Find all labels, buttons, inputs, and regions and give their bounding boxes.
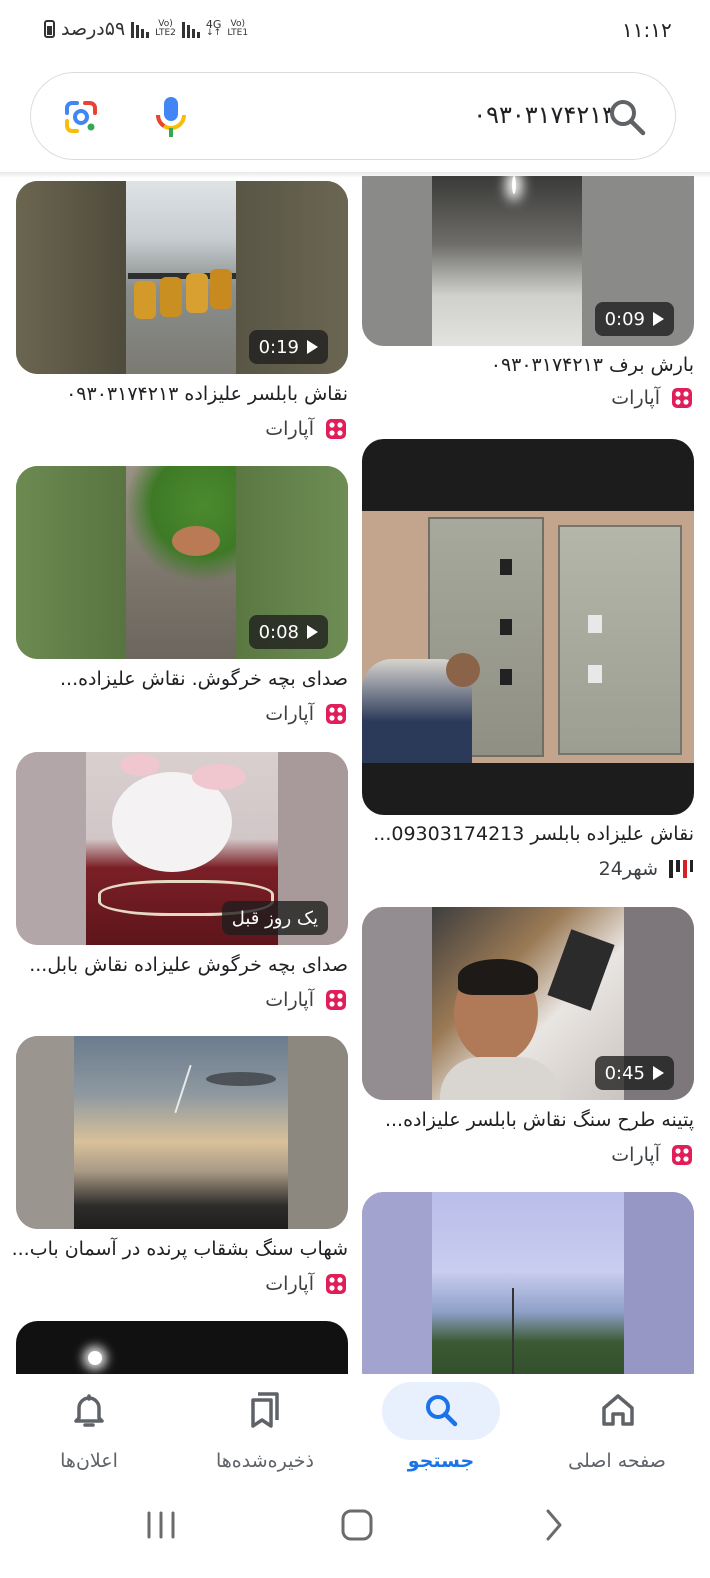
home-button-icon[interactable] (340, 1508, 374, 1542)
tab-saved[interactable]: ذخیره‌شده‌ها (180, 1374, 350, 1494)
duration-badge: 0:45 (594, 1056, 674, 1090)
tab-label: اعلان‌ها (60, 1450, 118, 1472)
video-thumbnail[interactable]: 0:19 (16, 181, 348, 374)
search-bar[interactable]: ۰۹۳۰۳۱۷۴۲۱۳ (30, 72, 676, 160)
result-source: آپارات (265, 1272, 348, 1296)
results-grid: 0:19 نقاش بابلسر علیزاده ۰۹۳۰۳۱۷۴۲۱۳ آپا… (0, 176, 710, 1374)
result-title[interactable]: پتینه طرح سنگ نقاش بابلسر علیزاده... (385, 1109, 694, 1131)
google-lens-icon[interactable] (63, 99, 99, 135)
result-source: آپارات (611, 1143, 694, 1167)
status-left: ۵۹درصد Vo) LTE2 4G ↓↑ Vo) LTE1 (44, 18, 248, 40)
aparat-logo-icon (326, 419, 346, 439)
sim2-label: Vo) LTE2 (155, 19, 176, 38)
result-source: شهر24 (599, 857, 694, 881)
search-icon (426, 1395, 458, 1427)
result-card[interactable]: 0:09 بارش برف ۰۹۳۰۳۱۷۴۲۱۳ آپارات (362, 176, 694, 416)
duration-badge: 0:08 (248, 615, 328, 649)
bottom-navigation: اعلان‌ها ذخیره‌شده‌ها جستجو صفحه اصلی (0, 1374, 710, 1494)
result-card[interactable]: 0:19 نقاش بابلسر علیزاده ۰۹۳۰۳۱۷۴۲۱۳ آپا… (16, 181, 348, 441)
tab-label: جستجو (407, 1450, 475, 1472)
bookmarks-icon (251, 1392, 279, 1428)
video-thumbnail[interactable] (16, 1036, 348, 1229)
result-card[interactable]: یک روز قبل صدای بچه خرگوش علیزاده نقاش ب… (16, 752, 348, 1012)
sim1-label: Vo) LTE1 (227, 19, 249, 38)
recent-apps-icon[interactable] (144, 1510, 178, 1540)
result-title[interactable]: شهاب سنگ بشقاب پرنده در آسمان باب... (12, 1238, 348, 1260)
result-title[interactable]: بارش برف ۰۹۳۰۳۱۷۴۲۱۳ (491, 354, 694, 376)
result-card[interactable]: نقاش علیزاده بابلسر 09303174213... شهر24 (362, 439, 694, 889)
network-label: 4G ↓↑ (205, 18, 222, 38)
result-title[interactable]: صدای بچه خرگوش علیزاده نقاش بابل... (29, 954, 348, 976)
battery-icon (44, 20, 55, 38)
play-icon (653, 1066, 664, 1080)
search-icon[interactable] (607, 97, 647, 137)
aparat-logo-icon (672, 388, 692, 408)
clock: ۱۱:۱۲ (622, 18, 672, 42)
duration-badge: 0:09 (594, 302, 674, 336)
result-source: آپارات (265, 417, 348, 441)
aparat-logo-icon (326, 1274, 346, 1294)
system-navigation-bar (0, 1494, 710, 1578)
play-icon (307, 340, 318, 354)
back-icon[interactable] (542, 1508, 566, 1542)
aparat-logo-icon (326, 990, 346, 1010)
time-badge: یک روز قبل (221, 901, 328, 935)
video-thumbnail[interactable]: 0:09 (362, 176, 694, 346)
result-source: آپارات (265, 702, 348, 726)
result-card[interactable] (16, 1321, 348, 1374)
video-thumbnail[interactable] (362, 1192, 694, 1374)
microphone-icon[interactable] (153, 95, 189, 139)
video-thumbnail[interactable] (16, 1321, 348, 1374)
tab-home[interactable]: صفحه اصلی (532, 1374, 702, 1494)
bell-icon (74, 1394, 104, 1427)
result-card[interactable] (362, 1192, 694, 1374)
shahr24-logo-icon (669, 860, 693, 878)
home-icon (602, 1394, 634, 1426)
signal-icon (131, 20, 150, 38)
result-title[interactable]: صدای بچه خرگوش. نقاش علیزاده... (60, 668, 348, 690)
battery-text: ۵۹درصد (61, 18, 126, 40)
video-thumbnail[interactable]: 0:45 (362, 907, 694, 1100)
tab-label: ذخیره‌شده‌ها (215, 1450, 315, 1472)
tab-label: صفحه اصلی (568, 1450, 666, 1472)
aparat-logo-icon (672, 1145, 692, 1165)
result-source: آپارات (265, 988, 348, 1012)
result-card[interactable]: شهاب سنگ بشقاب پرنده در آسمان باب... آپا… (12, 1036, 348, 1296)
image-thumbnail[interactable] (362, 439, 694, 815)
duration-badge: 0:19 (248, 330, 328, 364)
result-source: آپارات (611, 386, 694, 410)
video-thumbnail[interactable]: یک روز قبل (16, 752, 348, 945)
search-input[interactable]: ۰۹۳۰۳۱۷۴۲۱۳ (391, 101, 615, 129)
result-title[interactable]: نقاش علیزاده بابلسر 09303174213... (373, 823, 694, 845)
tab-search[interactable]: جستجو (356, 1374, 526, 1494)
result-title[interactable]: نقاش بابلسر علیزاده ۰۹۳۰۳۱۷۴۲۱۳ (66, 383, 348, 405)
signal-icon (181, 20, 200, 38)
tab-notifications[interactable]: اعلان‌ها (4, 1374, 174, 1494)
play-icon (307, 625, 318, 639)
play-icon (653, 312, 664, 326)
video-thumbnail[interactable]: 0:08 (16, 466, 348, 659)
status-bar: ۵۹درصد Vo) LTE2 4G ↓↑ Vo) LTE1 ۱۱:۱۲ (0, 0, 710, 60)
result-card[interactable]: 0:45 پتینه طرح سنگ نقاش بابلسر علیزاده..… (362, 907, 694, 1177)
aparat-logo-icon (326, 704, 346, 724)
result-card[interactable]: 0:08 صدای بچه خرگوش. نقاش علیزاده... آپا… (16, 466, 348, 726)
